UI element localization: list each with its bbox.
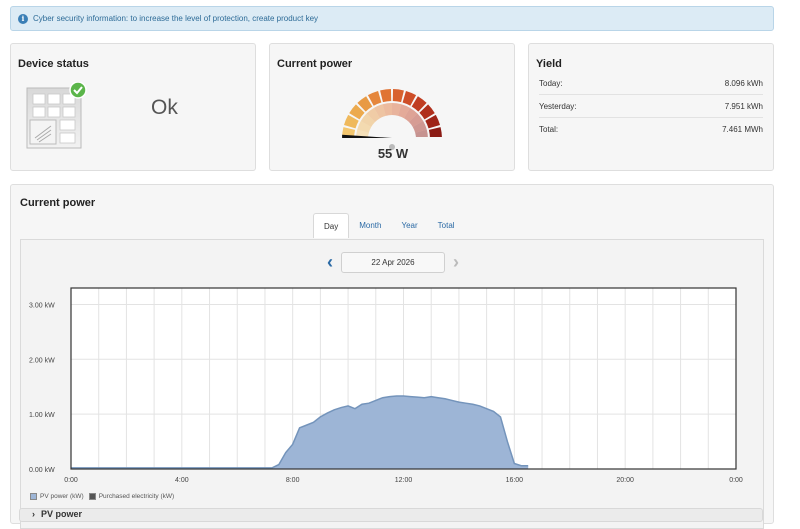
- yield-row-total: Total: 7.461 MWh: [539, 118, 763, 141]
- x-tick-label: 12:00: [395, 477, 413, 484]
- y-tick-label: 2.00 kW: [29, 357, 55, 364]
- current-power-value: 55 W: [377, 146, 409, 161]
- x-tick-label: 0:00: [729, 477, 743, 484]
- legend-item-pv[interactable]: PV power (kW): [30, 493, 84, 500]
- x-tick-label: 20:00: [616, 477, 634, 484]
- gauge-segment: [392, 89, 404, 103]
- y-tick-label: 1.00 kW: [29, 412, 55, 419]
- gauge-segment: [380, 89, 392, 103]
- chart-area: ‹ 22 Apr 2026 › 0.00 kW 1.00 kW 2.00 kW 3.0…: [20, 239, 764, 529]
- yield-title: Yield: [536, 58, 562, 70]
- power-chart: 0.00 kW 1.00 kW 2.00 kW 3.00 kW 0:00 4:00 8:00…: [29, 287, 743, 484]
- next-day-chevron-icon[interactable]: ›: [449, 252, 463, 273]
- alert-text: Cyber security information: to increase …: [33, 14, 319, 23]
- y-tick-label: 0.00 kW: [29, 467, 55, 474]
- previous-day-chevron-icon[interactable]: ‹: [323, 252, 337, 273]
- gauge-segment: [428, 127, 442, 139]
- x-tick-label: 4:00: [175, 477, 189, 484]
- date-navigator: ‹ 22 Apr 2026 ›: [323, 252, 463, 273]
- device-status-title: Device status: [18, 58, 89, 70]
- pv-section-title: PV power: [41, 509, 83, 519]
- x-tick-label: 16:00: [506, 477, 524, 484]
- yield-value: 8.096 kWh: [724, 78, 763, 88]
- yield-label: Today:: [539, 78, 563, 88]
- info-icon: i: [18, 13, 28, 24]
- tab-total[interactable]: Total: [428, 213, 465, 238]
- current-power-chart-panel: Current power Day Month Year Total ‹ 22 …: [10, 184, 774, 529]
- device-status-card: Device status Ok: [10, 43, 256, 171]
- date-picker[interactable]: 22 Apr 2026: [341, 252, 445, 273]
- yield-value: 7.951 kWh: [724, 101, 763, 111]
- pv-power-section-toggle[interactable]: › PV power: [19, 508, 763, 522]
- power-gauge: [340, 89, 444, 151]
- chart-legend: PV power (kW) Purchased electricity (kW): [30, 493, 179, 500]
- legend-item-purchased[interactable]: Purchased electricity (kW): [88, 493, 175, 500]
- period-tabs: Day Month Year Total: [313, 213, 465, 238]
- yield-label: Yesterday:: [539, 101, 577, 111]
- legend-swatch-purchased: [88, 493, 96, 500]
- yield-value: 7.461 MWh: [722, 125, 763, 134]
- tab-year[interactable]: Year: [391, 213, 427, 238]
- chart-panel-title: Current power: [20, 197, 96, 209]
- device-status-value: Ok: [151, 96, 178, 119]
- yield-label: Total:: [539, 125, 559, 134]
- legend-label: Purchased electricity (kW): [98, 493, 175, 500]
- chevron-right-icon: ›: [32, 509, 35, 519]
- yield-row-yesterday: Yesterday: 7.951 kWh: [539, 95, 763, 118]
- current-power-title: Current power: [277, 58, 353, 70]
- tab-month[interactable]: Month: [349, 213, 391, 238]
- cyber-security-alert: i Cyber security information: to increas…: [10, 6, 774, 31]
- current-power-card: Current power 55 W: [269, 43, 515, 171]
- legend-swatch-pv: [30, 493, 37, 500]
- tab-day[interactable]: Day: [313, 213, 350, 238]
- x-tick-label: 0:00: [64, 477, 78, 484]
- yield-card: Yield Today: 8.096 kWh Yesterday: 7.951 …: [528, 43, 774, 171]
- x-tick-label: 8:00: [286, 477, 300, 484]
- yield-row-today: Today: 8.096 kWh: [539, 72, 763, 95]
- legend-label: PV power (kW): [40, 493, 84, 500]
- device-ok-icon: [26, 82, 87, 149]
- y-tick-label: 3.00 kW: [29, 302, 55, 309]
